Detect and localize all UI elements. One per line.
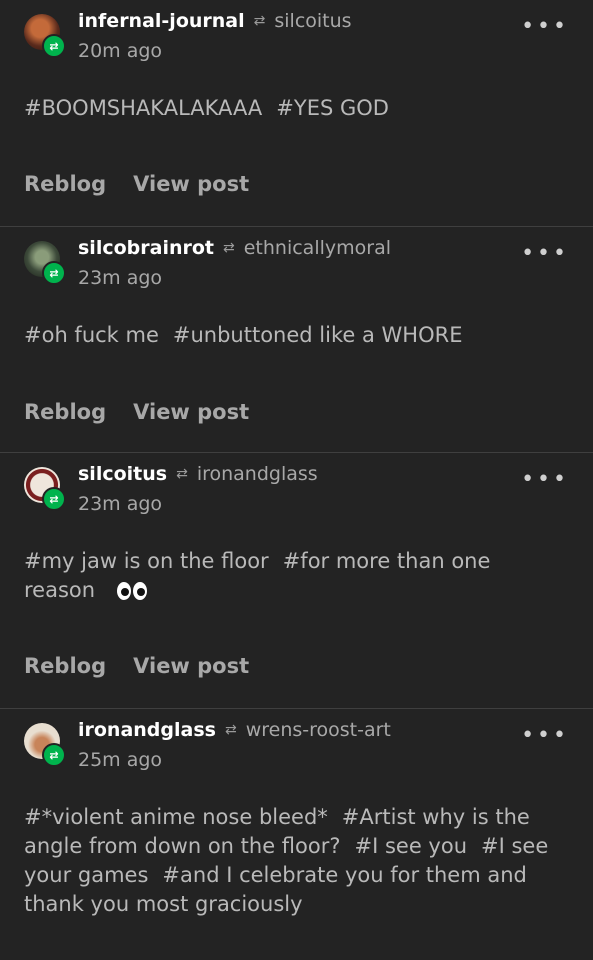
avatar[interactable]: ⇄ [24, 467, 66, 511]
tag[interactable]: #YES GOD [276, 96, 389, 120]
more-icon[interactable]: ••• [521, 241, 569, 266]
tag[interactable]: #my jaw is on the floor [24, 549, 269, 573]
post-tags: #my jaw is on the floor #for more than on… [24, 547, 569, 605]
source-blog[interactable]: silcoitus [274, 10, 351, 32]
avatar[interactable]: ⇄ [24, 723, 66, 767]
post-feed: ⇄ infernal-journal ⇄ silcoitus 20m ago •… [0, 0, 593, 960]
reblog-badge-icon: ⇄ [42, 743, 66, 767]
eyes-emoji [116, 582, 147, 600]
reblog-button[interactable]: Reblog [24, 654, 106, 678]
post-card: ⇄ infernal-journal ⇄ silcoitus 20m ago •… [0, 0, 593, 227]
reblog-icon: ⇄ [224, 722, 237, 738]
post-actions: Reblog View post [24, 654, 249, 678]
post-actions: Reblog View post [24, 172, 249, 196]
reblog-button[interactable]: Reblog [24, 172, 106, 196]
post-header: ⇄ infernal-journal ⇄ silcoitus 20m ago •… [24, 0, 569, 82]
tag[interactable]: #unbuttoned like a WHORE [173, 323, 463, 347]
post-tags: #BOOMSHAKALAKAAA #YES GOD [24, 94, 569, 123]
more-icon[interactable]: ••• [521, 467, 569, 492]
tag[interactable]: #BOOMSHAKALAKAAA [24, 96, 262, 120]
timestamp: 23m ago [78, 267, 163, 289]
tag[interactable]: #oh fuck me [24, 323, 159, 347]
reblog-badge-icon: ⇄ [42, 487, 66, 511]
timestamp: 20m ago [78, 40, 163, 62]
post-attribution: infernal-journal ⇄ silcoitus [78, 10, 352, 32]
tag[interactable]: #*violent anime nose bleed* [24, 805, 328, 829]
username[interactable]: silcobrainrot [78, 237, 214, 259]
post-tags: #*violent anime nose bleed* #Artist why i… [24, 803, 569, 919]
view-post-button[interactable]: View post [133, 400, 249, 424]
post-card: ⇄ silcobrainrot ⇄ ethnicallymoral 23m ag… [0, 227, 593, 453]
post-tags: #oh fuck me #unbuttoned like a WHORE [24, 321, 569, 350]
source-blog[interactable]: wrens-roost-art [246, 719, 391, 741]
post-card: ⇄ silcoitus ⇄ ironandglass 23m ago ••• #… [0, 453, 593, 709]
reblog-icon: ⇄ [253, 13, 266, 29]
post-attribution: silcobrainrot ⇄ ethnicallymoral [78, 237, 391, 259]
avatar[interactable]: ⇄ [24, 14, 66, 58]
reblog-icon: ⇄ [223, 240, 235, 256]
reblog-button[interactable]: Reblog [24, 400, 106, 424]
post-attribution: silcoitus ⇄ ironandglass [78, 463, 318, 485]
post-actions: Reblog View post [24, 400, 249, 424]
view-post-button[interactable]: View post [133, 654, 249, 678]
timestamp: 23m ago [78, 493, 163, 515]
tag[interactable]: #I see you [355, 834, 468, 858]
reblog-icon: ⇄ [176, 466, 188, 482]
reblog-badge-icon: ⇄ [42, 261, 66, 285]
username[interactable]: ironandglass [78, 719, 216, 741]
timestamp: 25m ago [78, 749, 163, 771]
source-blog[interactable]: ethnicallymoral [244, 237, 391, 259]
more-icon[interactable]: ••• [521, 723, 569, 748]
source-blog[interactable]: ironandglass [197, 463, 318, 485]
post-attribution: ironandglass ⇄ wrens-roost-art [78, 719, 391, 741]
post-header: ⇄ silcobrainrot ⇄ ethnicallymoral 23m ag… [24, 227, 569, 309]
username[interactable]: silcoitus [78, 463, 167, 485]
username[interactable]: infernal-journal [78, 10, 245, 32]
reblog-badge-icon: ⇄ [42, 34, 66, 58]
avatar[interactable]: ⇄ [24, 241, 66, 285]
post-header: ⇄ silcoitus ⇄ ironandglass 23m ago ••• [24, 453, 569, 535]
post-header: ⇄ ironandglass ⇄ wrens-roost-art 25m ago… [24, 709, 569, 791]
view-post-button[interactable]: View post [133, 172, 249, 196]
more-icon[interactable]: ••• [521, 14, 569, 39]
post-card: ⇄ ironandglass ⇄ wrens-roost-art 25m ago… [0, 709, 593, 960]
